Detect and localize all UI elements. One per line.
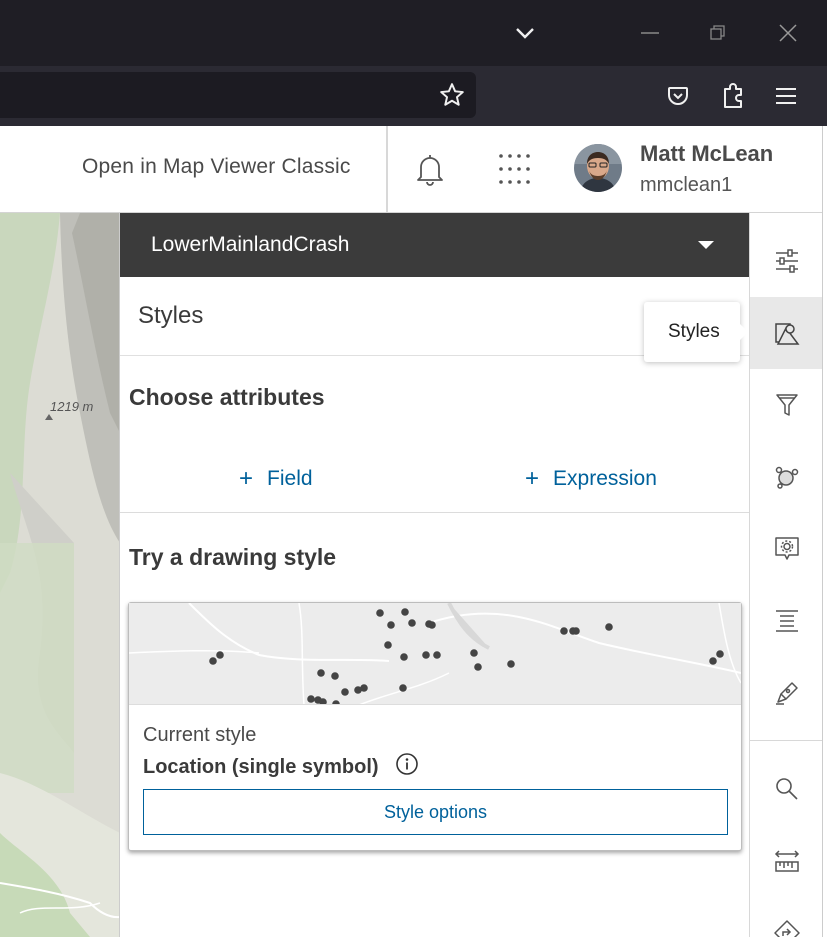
choose-attributes-heading: Choose attributes — [129, 384, 325, 410]
close-icon[interactable] — [773, 18, 803, 48]
effects-icon — [775, 466, 798, 489]
style-card[interactable]: Current style Location (single symbol) S… — [128, 602, 742, 851]
map-view[interactable]: 1219 m — [0, 213, 120, 937]
app-header: Open in Map Viewer Classic Matt McLean m… — [0, 126, 822, 213]
rail-divider — [750, 740, 823, 741]
style-options-button[interactable]: Style options — [143, 789, 728, 835]
rail-item-directions[interactable] — [750, 897, 823, 937]
header-divider — [386, 126, 388, 212]
add-field-button[interactable]: + Field — [239, 465, 313, 493]
restore-icon[interactable] — [703, 18, 733, 48]
style-preview-map — [129, 603, 741, 705]
measurement-icon — [774, 850, 799, 872]
search-icon — [775, 778, 798, 800]
user-name[interactable]: Matt McLean — [640, 141, 773, 167]
bookmark-star-icon[interactable] — [437, 80, 467, 110]
properties-icon — [775, 249, 798, 273]
tab-list-chevron-icon[interactable] — [510, 18, 540, 48]
rail-item-measure[interactable] — [750, 825, 823, 897]
layer-name: LowerMainlandCrash — [151, 233, 350, 256]
menu-icon[interactable] — [771, 81, 801, 111]
extensions-icon[interactable] — [718, 81, 748, 111]
filter-icon — [775, 394, 798, 416]
open-classic-link[interactable]: Open in Map Viewer Classic — [82, 155, 351, 179]
rail-item-styles[interactable] — [750, 297, 823, 369]
plus-icon: + — [525, 465, 540, 492]
rail-item-popups[interactable] — [750, 513, 823, 585]
pocket-icon[interactable] — [663, 81, 693, 111]
configure-popups-icon — [774, 537, 799, 560]
drawing-style-heading: Try a drawing style — [129, 544, 337, 570]
rail-item-effects[interactable] — [750, 441, 823, 513]
add-expression-button[interactable]: + Expression — [525, 465, 657, 493]
browser-titlebar — [0, 0, 827, 66]
labels-icon — [775, 610, 798, 632]
styles-tooltip: Styles — [644, 302, 748, 362]
elevation-label: 1219 m — [50, 399, 94, 414]
user-avatar[interactable] — [574, 144, 622, 192]
rail-item-labels[interactable] — [750, 585, 823, 657]
sketch-icon — [775, 682, 798, 705]
panel-title: Styles — [138, 302, 204, 329]
directions-icon — [773, 920, 800, 937]
tooltip-text: Styles — [668, 321, 720, 342]
settings-rail — [749, 213, 823, 937]
user-id: mmclean1 — [640, 174, 733, 196]
info-icon[interactable] — [395, 752, 419, 776]
styles-icon — [774, 323, 799, 345]
minimize-icon[interactable] — [635, 18, 665, 48]
layer-selector[interactable]: LowerMainlandCrash — [120, 213, 750, 277]
add-expression-label: Expression — [553, 467, 657, 490]
window-edge — [822, 126, 827, 937]
rail-item-filter[interactable] — [750, 369, 823, 441]
rail-item-search[interactable] — [750, 753, 823, 825]
divider — [120, 512, 750, 513]
add-field-label: Field — [267, 467, 313, 490]
current-style-label: Current style — [143, 724, 257, 746]
plus-icon: + — [239, 465, 254, 492]
rail-item-properties[interactable] — [750, 225, 823, 297]
app-launcher-icon[interactable] — [497, 152, 531, 186]
caret-down-icon — [698, 241, 714, 249]
current-style-value: Location (single symbol) — [143, 756, 379, 778]
rail-item-sketch[interactable] — [750, 657, 823, 729]
address-bar[interactable] — [0, 72, 476, 118]
notifications-bell-icon[interactable] — [414, 152, 446, 188]
